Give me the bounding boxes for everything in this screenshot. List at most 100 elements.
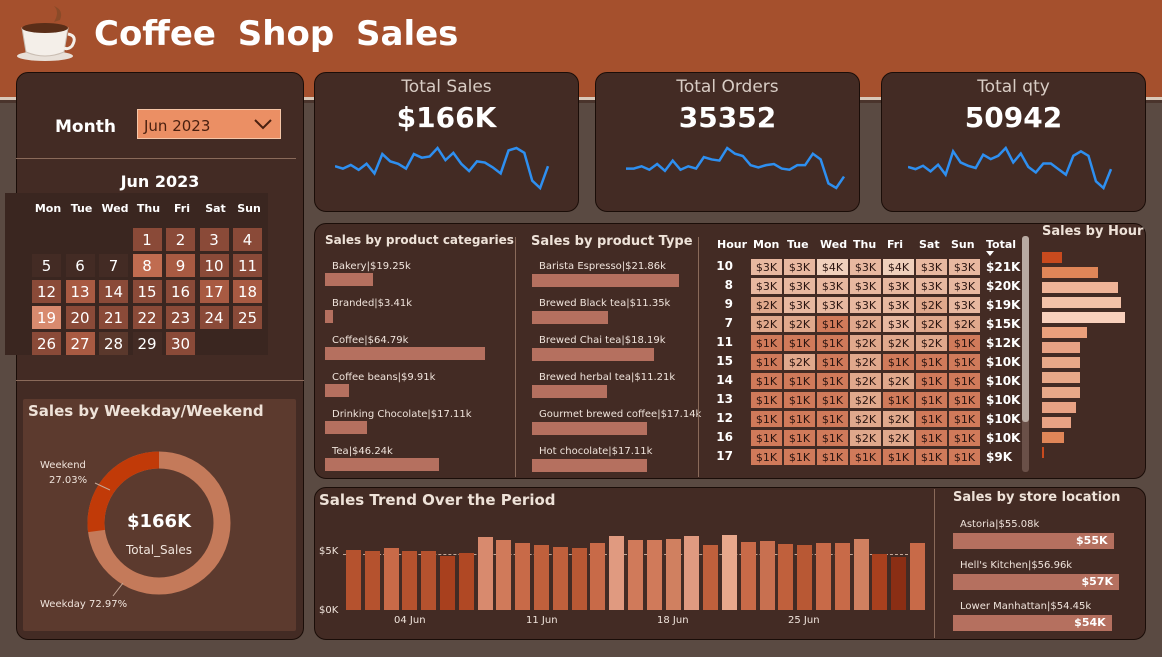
heatmap-cell[interactable]: $2K [850, 316, 881, 332]
trend-bar[interactable] [534, 545, 549, 610]
calendar-day[interactable]: 18 [233, 280, 262, 303]
heatmap-cell[interactable]: $3K [883, 316, 914, 332]
product-type-bar[interactable] [532, 459, 648, 472]
trend-bar[interactable] [703, 545, 719, 610]
calendar-day[interactable]: 8 [132, 254, 162, 277]
trend-bar[interactable] [853, 538, 869, 610]
heatmap-cell[interactable]: $1K [916, 411, 947, 427]
heatmap-cell[interactable]: $1K [949, 411, 980, 427]
calendar-day[interactable]: 9 [166, 254, 195, 277]
calendar-day[interactable]: 7 [99, 254, 128, 277]
product-type-bar[interactable] [532, 385, 608, 398]
trend-bar[interactable] [872, 554, 888, 610]
trend-bar[interactable] [628, 539, 643, 610]
heatmap-cell[interactable]: $1K [883, 449, 914, 465]
heatmap-column-header[interactable]: Fri [887, 238, 903, 251]
product-type-bar[interactable] [532, 348, 655, 361]
trend-bar[interactable] [722, 535, 737, 610]
heatmap-cell[interactable]: $3K [817, 278, 848, 294]
heatmap-cell[interactable]: $1K [817, 411, 848, 427]
heatmap-cell[interactable]: $1K [751, 449, 782, 465]
trend-bar[interactable] [797, 545, 813, 610]
calendar-day[interactable]: 24 [199, 306, 229, 329]
heatmap-cell[interactable]: $2K [850, 373, 881, 389]
heatmap-cell[interactable]: $1K [784, 392, 815, 408]
heatmap-cell[interactable]: $2K [883, 430, 914, 446]
heatmap-cell[interactable]: $1K [883, 354, 914, 370]
heatmap-cell[interactable]: $1K [784, 449, 815, 465]
heatmap-cell[interactable]: $1K [817, 354, 848, 370]
sales-by-hour-bar[interactable] [1042, 402, 1076, 413]
heatmap-cell[interactable]: $1K [817, 316, 848, 332]
heatmap-cell[interactable]: $2K [784, 354, 815, 370]
trend-bar[interactable] [665, 538, 681, 610]
heatmap-cell[interactable]: $1K [751, 411, 782, 427]
heatmap-cell[interactable]: $1K [916, 354, 947, 370]
heatmap-cell[interactable]: $1K [916, 430, 947, 446]
heatmap-cell[interactable]: $2K [883, 373, 914, 389]
heatmap-cell[interactable]: $4K [817, 259, 848, 275]
heatmap-cell[interactable]: $1K [916, 373, 947, 389]
product-type-bar[interactable] [532, 311, 609, 324]
heatmap-cell[interactable]: $3K [784, 278, 815, 294]
category-bar[interactable] [325, 458, 440, 471]
heatmap-cell[interactable]: $1K [949, 449, 980, 465]
heatmap-cell[interactable]: $1K [751, 335, 782, 351]
sales-by-hour-bar[interactable] [1042, 297, 1121, 308]
calendar-day[interactable]: 10 [199, 254, 229, 277]
trend-bar[interactable] [778, 544, 794, 610]
heatmap-cell[interactable]: $1K [751, 354, 782, 370]
trend-bar[interactable] [440, 555, 455, 610]
sales-by-hour-bar[interactable] [1042, 282, 1119, 293]
calendar-day[interactable]: 15 [132, 280, 162, 303]
heatmap-cell[interactable]: $1K [751, 430, 782, 446]
trend-bar[interactable] [421, 551, 437, 610]
heatmap-cell[interactable]: $3K [784, 259, 815, 275]
product-type-bar[interactable] [532, 274, 679, 287]
heatmap-cell[interactable]: $2K [850, 335, 881, 351]
calendar-day[interactable]: 12 [32, 280, 61, 303]
sales-by-hour-bar[interactable] [1042, 432, 1065, 443]
store-bar[interactable]: $55K [953, 533, 1114, 549]
heatmap-cell[interactable]: $2K [850, 354, 881, 370]
heatmap-cell[interactable]: $3K [751, 259, 782, 275]
trend-bar[interactable] [458, 553, 474, 610]
calendar-day[interactable]: 4 [233, 228, 262, 251]
category-bar[interactable] [325, 273, 373, 286]
calendar-day[interactable]: 30 [166, 332, 195, 355]
heatmap-cell[interactable]: $1K [817, 449, 848, 465]
sales-by-hour-bar[interactable] [1042, 267, 1099, 278]
sales-by-hour-bar[interactable] [1042, 447, 1045, 458]
heatmap-cell[interactable]: $3K [751, 278, 782, 294]
heatmap-cell[interactable]: $2K [850, 411, 881, 427]
calendar-day[interactable]: 16 [166, 280, 195, 303]
calendar-day[interactable]: 20 [65, 306, 95, 329]
calendar-day[interactable]: 19 [32, 306, 61, 329]
heatmap-cell[interactable]: $2K [916, 316, 947, 332]
heatmap-cell[interactable]: $2K [784, 316, 815, 332]
heatmap-cell[interactable]: $1K [883, 392, 914, 408]
trend-bar[interactable] [684, 536, 700, 610]
heatmap-cell[interactable]: $3K [817, 297, 848, 313]
product-type-bar[interactable] [532, 422, 648, 435]
heatmap-cell[interactable]: $3K [916, 259, 947, 275]
heatmap-cell[interactable]: $1K [949, 354, 980, 370]
trend-bar[interactable] [646, 539, 662, 610]
sales-by-hour-bar[interactable] [1042, 342, 1081, 353]
heatmap-cell[interactable]: $3K [883, 278, 914, 294]
calendar-day[interactable]: 6 [65, 254, 95, 277]
sales-by-hour-bar[interactable] [1042, 417, 1072, 428]
category-bar[interactable] [325, 421, 368, 434]
heatmap-cell[interactable]: $3K [883, 297, 914, 313]
calendar-day[interactable]: 27 [65, 332, 95, 355]
trend-bar[interactable] [740, 542, 756, 610]
calendar-day[interactable]: 1 [132, 228, 162, 251]
trend-bar[interactable] [609, 536, 625, 610]
heatmap-cell[interactable]: $1K [817, 373, 848, 389]
trend-bar[interactable] [552, 546, 568, 610]
heatmap-cell[interactable]: $1K [949, 430, 980, 446]
heatmap-cell[interactable]: $2K [850, 392, 881, 408]
calendar-day[interactable]: 21 [99, 306, 128, 329]
trend-bar[interactable] [477, 537, 493, 610]
calendar-day[interactable]: 5 [32, 254, 61, 277]
